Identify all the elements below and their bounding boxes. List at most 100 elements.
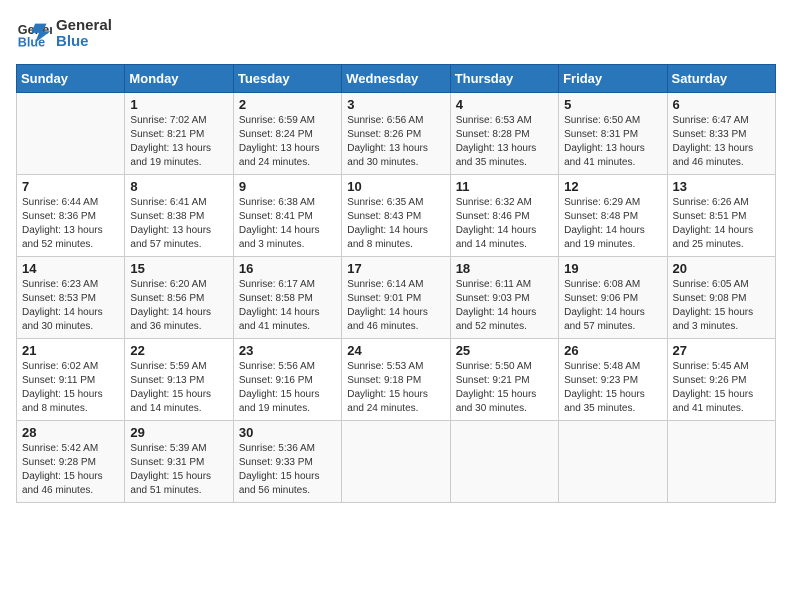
weekday-header-wednesday: Wednesday [342,65,450,93]
day-number: 21 [22,343,119,358]
day-cell: 29 Sunrise: 5:39 AM Sunset: 9:31 PM Dayli… [125,421,233,503]
day-cell: 2 Sunrise: 6:59 AM Sunset: 8:24 PM Daylig… [233,93,341,175]
day-cell: 13 Sunrise: 6:26 AM Sunset: 8:51 PM Dayli… [667,175,775,257]
day-info: Sunrise: 5:50 AM Sunset: 9:21 PM Dayligh… [456,360,553,416]
calendar-table: SundayMondayTuesdayWednesdayThursdayFrid… [16,64,776,503]
week-row-2: 7Sunrise: 6:44 AM Sunset: 8:36 PM Daylig… [17,175,776,257]
day-cell: 3 Sunrise: 6:56 AM Sunset: 8:26 PM Daylig… [342,93,450,175]
day-info: Sunrise: 5:59 AM Sunset: 9:13 PM Dayligh… [130,360,227,416]
day-info: Sunrise: 7:02 AM Sunset: 8:21 PM Dayligh… [130,114,227,170]
day-info: Sunrise: 6:47 AM Sunset: 8:33 PM Dayligh… [673,114,770,170]
day-info: Sunrise: 6:38 AM Sunset: 8:41 PM Dayligh… [239,196,336,252]
day-cell: 27Sunrise: 5:45 AM Sunset: 9:26 PM Dayli… [667,339,775,421]
logo-icon: General Blue [16,16,52,52]
day-number: 1 [130,97,227,112]
day-cell: 17 Sunrise: 6:14 AM Sunset: 9:01 PM Dayli… [342,257,450,339]
week-row-1: 1 Sunrise: 7:02 AM Sunset: 8:21 PM Daylig… [17,93,776,175]
day-cell: 5 Sunrise: 6:50 AM Sunset: 8:31 PM Daylig… [559,93,667,175]
day-cell [667,421,775,503]
day-info: Sunrise: 6:23 AM Sunset: 8:53 PM Dayligh… [22,278,119,334]
day-number: 2 [239,97,336,112]
day-info: Sunrise: 5:36 AM Sunset: 9:33 PM Dayligh… [239,442,336,498]
day-info: Sunrise: 6:11 AM Sunset: 9:03 PM Dayligh… [456,278,553,334]
week-row-5: 28 Sunrise: 5:42 AM Sunset: 9:28 PM Dayli… [17,421,776,503]
day-number: 13 [673,179,770,194]
day-info: Sunrise: 5:39 AM Sunset: 9:31 PM Dayligh… [130,442,227,498]
day-number: 19 [564,261,661,276]
weekday-header-tuesday: Tuesday [233,65,341,93]
day-info: Sunrise: 6:59 AM Sunset: 8:24 PM Dayligh… [239,114,336,170]
day-info: Sunrise: 6:26 AM Sunset: 8:51 PM Dayligh… [673,196,770,252]
day-info: Sunrise: 6:53 AM Sunset: 8:28 PM Dayligh… [456,114,553,170]
day-number: 26 [564,343,661,358]
weekday-header-sunday: Sunday [17,65,125,93]
day-number: 29 [130,425,227,440]
day-cell [17,93,125,175]
day-info: Sunrise: 6:05 AM Sunset: 9:08 PM Dayligh… [673,278,770,334]
day-info: Sunrise: 6:02 AM Sunset: 9:11 PM Dayligh… [22,360,119,416]
day-number: 18 [456,261,553,276]
day-cell: 11 Sunrise: 6:32 AM Sunset: 8:46 PM Dayli… [450,175,558,257]
weekday-header-monday: Monday [125,65,233,93]
day-info: Sunrise: 6:32 AM Sunset: 8:46 PM Dayligh… [456,196,553,252]
day-info: Sunrise: 6:14 AM Sunset: 9:01 PM Dayligh… [347,278,444,334]
weekday-header-saturday: Saturday [667,65,775,93]
day-info: Sunrise: 6:50 AM Sunset: 8:31 PM Dayligh… [564,114,661,170]
day-cell: 7Sunrise: 6:44 AM Sunset: 8:36 PM Daylig… [17,175,125,257]
day-cell: 26 Sunrise: 5:48 AM Sunset: 9:23 PM Dayli… [559,339,667,421]
day-number: 9 [239,179,336,194]
day-info: Sunrise: 5:53 AM Sunset: 9:18 PM Dayligh… [347,360,444,416]
day-number: 20 [673,261,770,276]
day-info: Sunrise: 6:41 AM Sunset: 8:38 PM Dayligh… [130,196,227,252]
day-cell: 21 Sunrise: 6:02 AM Sunset: 9:11 PM Dayli… [17,339,125,421]
day-cell: 15Sunrise: 6:20 AM Sunset: 8:56 PM Dayli… [125,257,233,339]
day-number: 5 [564,97,661,112]
day-number: 6 [673,97,770,112]
day-info: Sunrise: 6:08 AM Sunset: 9:06 PM Dayligh… [564,278,661,334]
day-number: 24 [347,343,444,358]
day-number: 17 [347,261,444,276]
day-number: 12 [564,179,661,194]
day-info: Sunrise: 5:48 AM Sunset: 9:23 PM Dayligh… [564,360,661,416]
day-cell: 30Sunrise: 5:36 AM Sunset: 9:33 PM Dayli… [233,421,341,503]
day-cell: 22 Sunrise: 5:59 AM Sunset: 9:13 PM Dayli… [125,339,233,421]
day-number: 15 [130,261,227,276]
day-info: Sunrise: 6:35 AM Sunset: 8:43 PM Dayligh… [347,196,444,252]
day-cell: 12 Sunrise: 6:29 AM Sunset: 8:48 PM Dayli… [559,175,667,257]
day-cell: 25 Sunrise: 5:50 AM Sunset: 9:21 PM Dayli… [450,339,558,421]
day-number: 25 [456,343,553,358]
day-number: 10 [347,179,444,194]
day-number: 28 [22,425,119,440]
day-info: Sunrise: 6:29 AM Sunset: 8:48 PM Dayligh… [564,196,661,252]
week-row-4: 21 Sunrise: 6:02 AM Sunset: 9:11 PM Dayli… [17,339,776,421]
weekday-header-friday: Friday [559,65,667,93]
day-cell: 9 Sunrise: 6:38 AM Sunset: 8:41 PM Daylig… [233,175,341,257]
day-cell: 1 Sunrise: 7:02 AM Sunset: 8:21 PM Daylig… [125,93,233,175]
day-number: 11 [456,179,553,194]
logo: General Blue General Blue [16,16,112,52]
day-number: 16 [239,261,336,276]
calendar-body: 1 Sunrise: 7:02 AM Sunset: 8:21 PM Daylig… [17,93,776,503]
page-header: General Blue General Blue [16,16,776,52]
day-cell: 14 Sunrise: 6:23 AM Sunset: 8:53 PM Dayli… [17,257,125,339]
day-cell: 6 Sunrise: 6:47 AM Sunset: 8:33 PM Daylig… [667,93,775,175]
day-cell: 23Sunrise: 5:56 AM Sunset: 9:16 PM Dayli… [233,339,341,421]
day-cell [450,421,558,503]
day-info: Sunrise: 5:42 AM Sunset: 9:28 PM Dayligh… [22,442,119,498]
day-cell: 16 Sunrise: 6:17 AM Sunset: 8:58 PM Dayli… [233,257,341,339]
day-number: 14 [22,261,119,276]
day-cell [342,421,450,503]
day-cell: 20 Sunrise: 6:05 AM Sunset: 9:08 PM Dayli… [667,257,775,339]
week-row-3: 14 Sunrise: 6:23 AM Sunset: 8:53 PM Dayli… [17,257,776,339]
day-cell: 19 Sunrise: 6:08 AM Sunset: 9:06 PM Dayli… [559,257,667,339]
day-number: 22 [130,343,227,358]
day-number: 27 [673,343,770,358]
day-number: 3 [347,97,444,112]
logo-general: General [56,18,112,35]
day-info: Sunrise: 6:56 AM Sunset: 8:26 PM Dayligh… [347,114,444,170]
day-cell: 10 Sunrise: 6:35 AM Sunset: 8:43 PM Dayli… [342,175,450,257]
day-cell: 24 Sunrise: 5:53 AM Sunset: 9:18 PM Dayli… [342,339,450,421]
logo-blue: Blue [56,34,112,51]
day-info: Sunrise: 6:17 AM Sunset: 8:58 PM Dayligh… [239,278,336,334]
day-info: Sunrise: 6:44 AM Sunset: 8:36 PM Dayligh… [22,196,119,252]
